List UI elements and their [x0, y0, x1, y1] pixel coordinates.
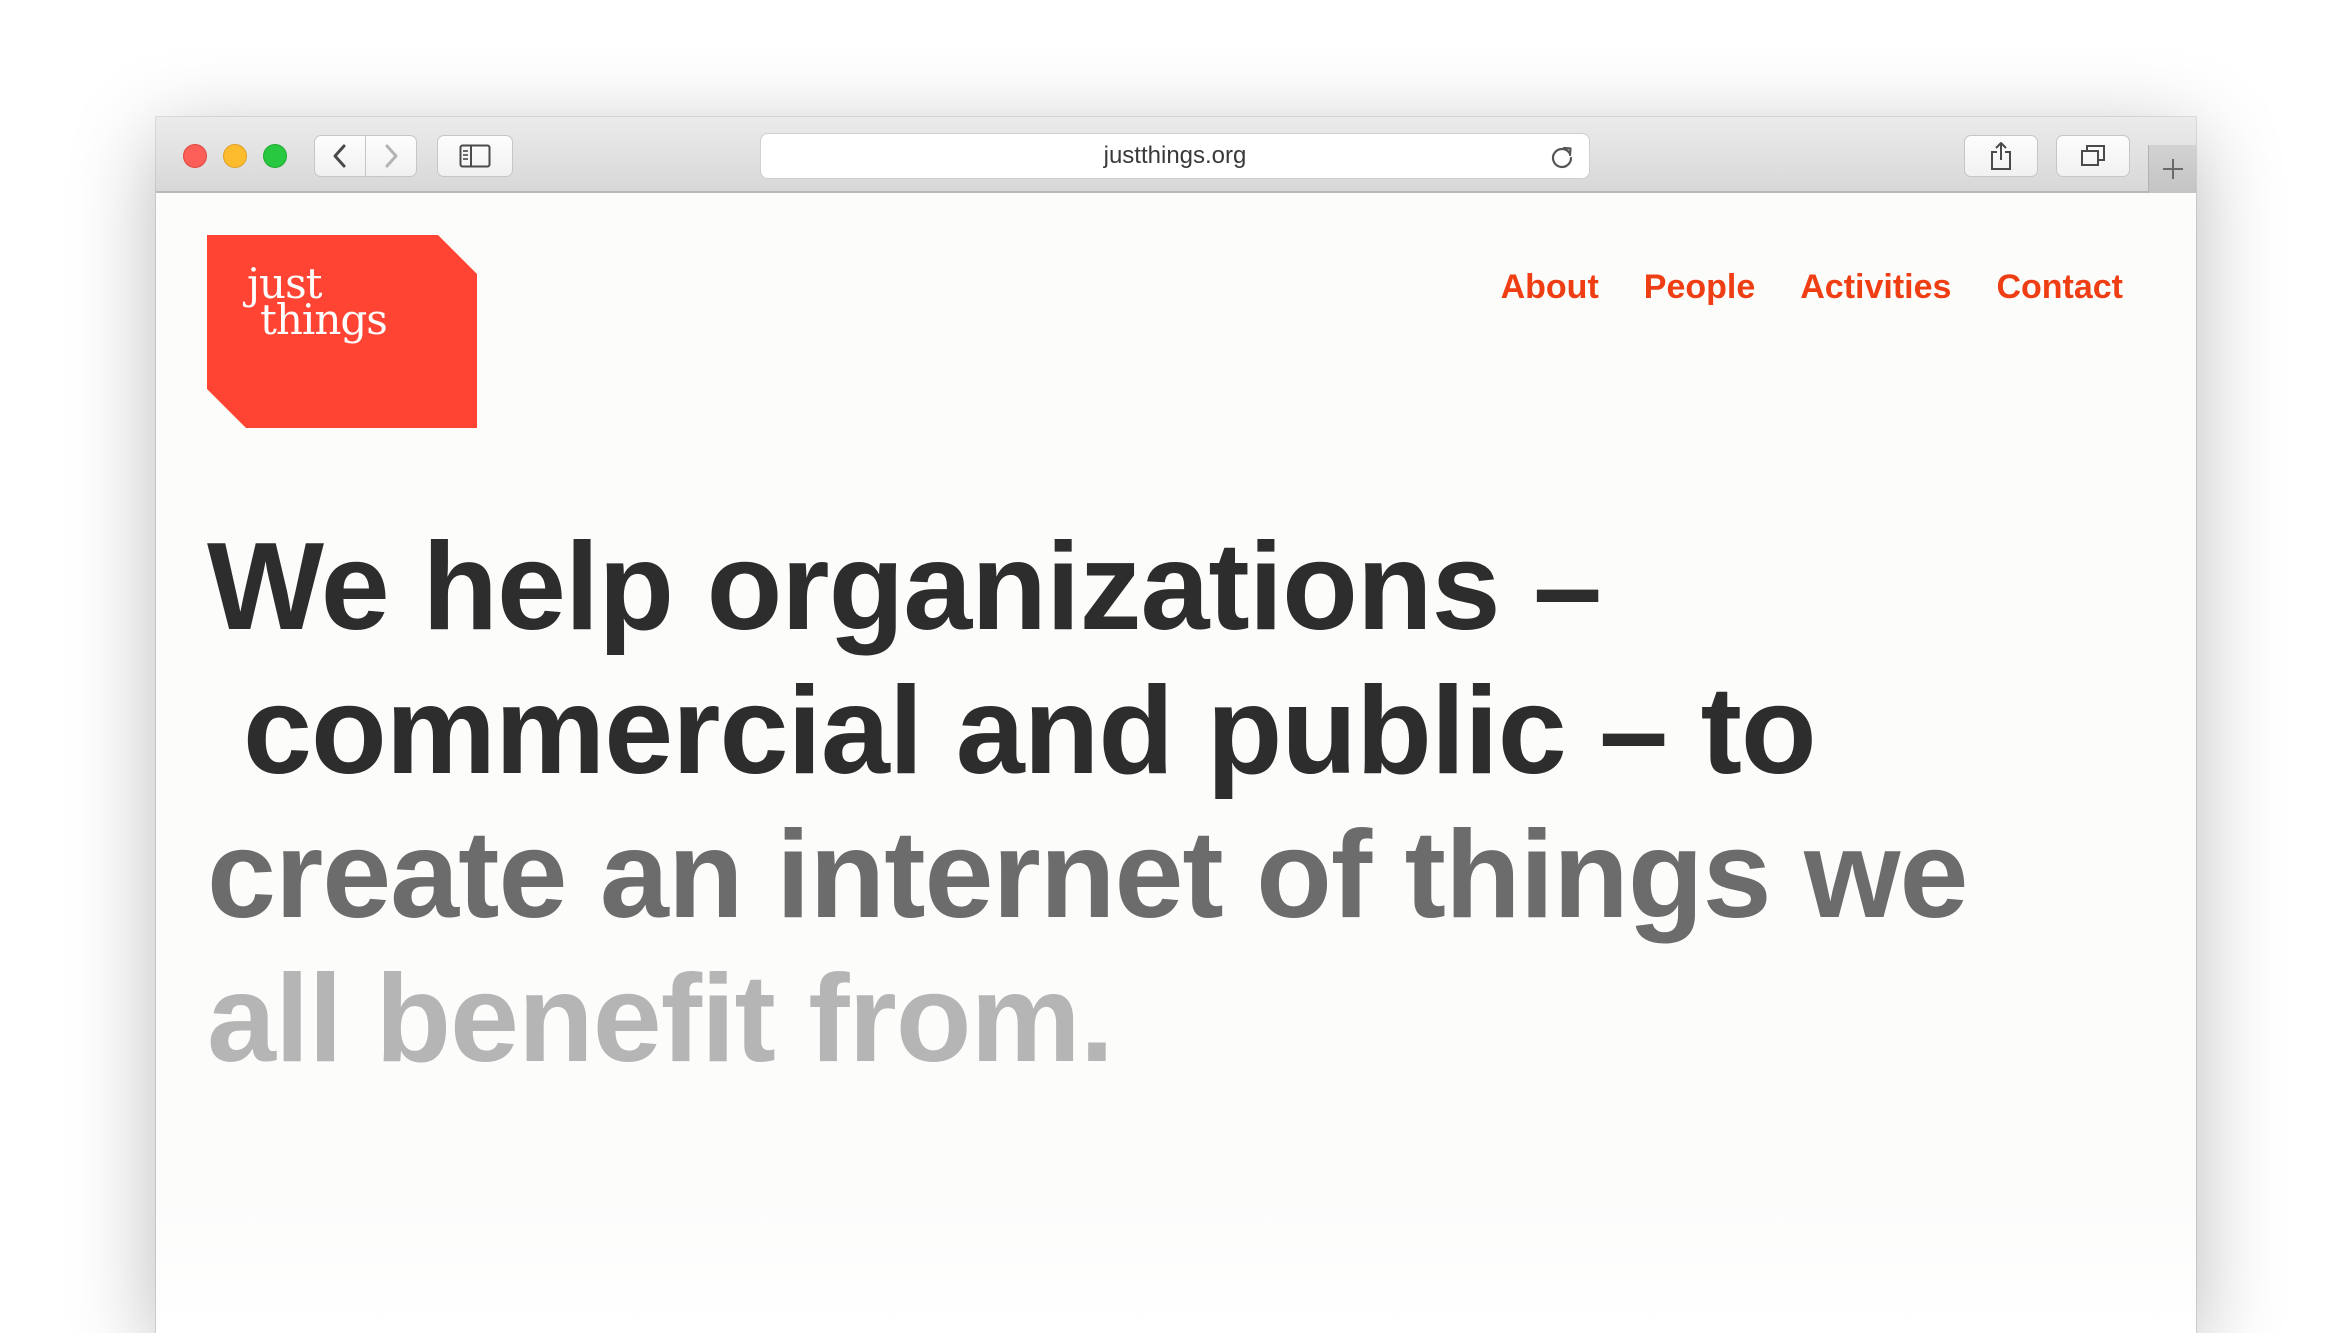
tabs-overview-icon	[2081, 145, 2105, 166]
address-bar[interactable]: justthings.org	[760, 133, 1590, 179]
logo-text-things: things	[260, 295, 388, 344]
site-logo[interactable]: just things	[207, 235, 477, 428]
hero-line-4: all benefit from.	[207, 950, 1114, 1088]
chevron-right-icon	[385, 144, 398, 168]
share-button[interactable]	[1964, 135, 2038, 177]
close-window-button[interactable]	[183, 144, 207, 168]
browser-toolbar: justthings.org	[156, 117, 2196, 193]
screenshot-stage: justthings.org just things About People …	[0, 0, 2332, 1333]
hero-headline: We help organizations – commercial and p…	[207, 515, 2167, 1091]
new-tab-button[interactable]	[2148, 145, 2196, 193]
forward-button[interactable]	[365, 135, 417, 177]
chevron-left-icon	[333, 144, 346, 168]
nav-link-activities[interactable]: Activities	[1800, 267, 1951, 307]
plus-icon	[2162, 159, 2183, 179]
hero-line-3: create an internet of things we	[207, 806, 1968, 944]
share-icon	[1991, 142, 2011, 170]
reload-icon[interactable]	[1549, 144, 1575, 170]
minimize-window-button[interactable]	[223, 144, 247, 168]
tab-overview-button[interactable]	[2056, 135, 2130, 177]
back-button[interactable]	[314, 135, 366, 177]
sidebar-toggle-button[interactable]	[437, 135, 513, 177]
nav-link-people[interactable]: People	[1644, 267, 1755, 307]
hero-line-2: commercial and public – to	[243, 662, 1817, 800]
nav-link-contact[interactable]: Contact	[1996, 267, 2123, 307]
address-bar-url[interactable]: justthings.org	[761, 134, 1589, 178]
main-navigation: About People Activities Contact	[1501, 267, 2123, 307]
browser-window: justthings.org just things About People …	[156, 117, 2196, 1333]
zoom-window-button[interactable]	[263, 144, 287, 168]
hero-line-1: We help organizations –	[207, 518, 1602, 656]
sidebar-icon	[459, 144, 491, 168]
web-page: just things About People Activities Cont…	[156, 193, 2196, 1333]
nav-link-about[interactable]: About	[1501, 267, 1599, 307]
